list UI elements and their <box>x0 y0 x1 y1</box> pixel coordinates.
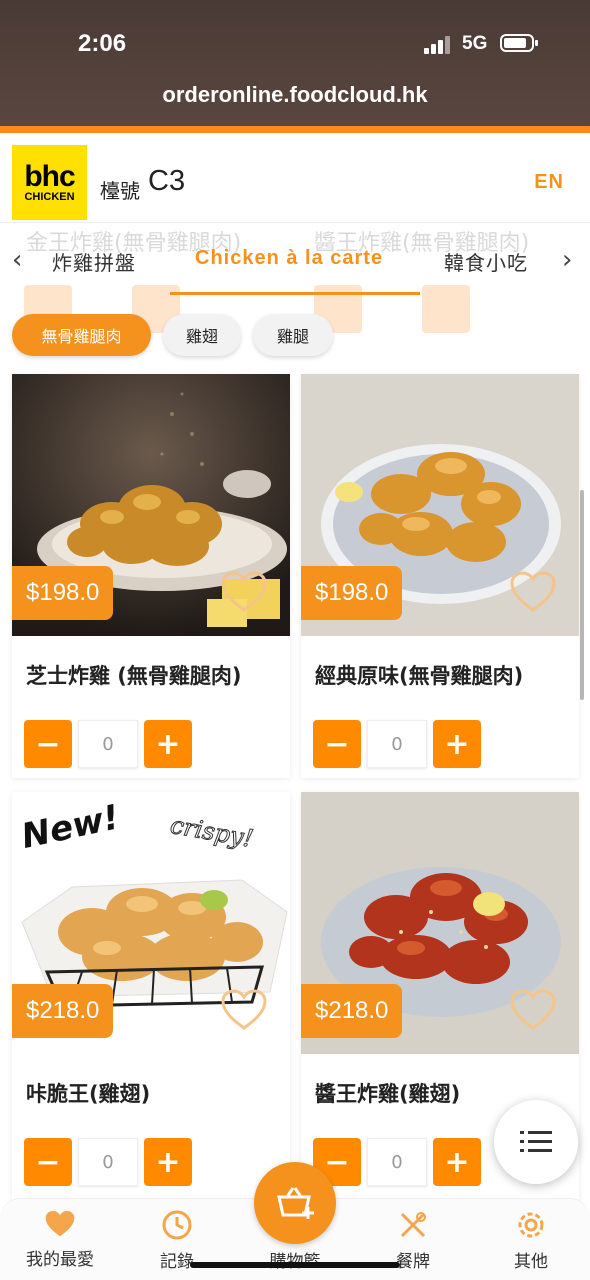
scrollbar[interactable] <box>580 490 584 700</box>
nav-label: 購物籃 <box>250 1247 340 1272</box>
address-bar[interactable]: orderonline.foodcloud.hk <box>0 82 590 108</box>
battery-icon <box>500 34 538 52</box>
increase-button[interactable]: + <box>144 1138 192 1186</box>
nav-label: 餐牌 <box>396 1252 430 1272</box>
progress-line <box>0 126 590 133</box>
chip-drumsticks[interactable]: 雞腿 <box>253 314 333 356</box>
decrease-button[interactable]: − <box>313 720 361 768</box>
home-indicator <box>190 1262 400 1268</box>
nav-label: 記錄 <box>160 1252 194 1272</box>
tab-platter[interactable]: 炸雞拼盤 <box>52 247 136 276</box>
product-name: 經典原味(無骨雞腿肉) <box>315 664 524 688</box>
quantity-value[interactable]: 0 <box>367 1138 427 1186</box>
app-header: bhc CHICKEN 檯號 C3 EN <box>0 133 590 223</box>
quantity-value[interactable]: 0 <box>367 720 427 768</box>
logo-text: bhc <box>24 159 75 193</box>
utensils-icon <box>400 1212 426 1238</box>
price-tag: $218.0 <box>301 984 403 1038</box>
product-name: 芝士炸雞 (無骨雞腿肉) <box>26 664 242 688</box>
decrease-button[interactable]: − <box>24 1138 72 1186</box>
decrease-button[interactable]: − <box>24 720 72 768</box>
quantity-stepper: − 0 + <box>24 1138 192 1186</box>
category-tabs: ‹ 炸雞拼盤 Chicken à la carte 韓食小吃 › <box>0 235 590 295</box>
tab-a-la-carte[interactable]: Chicken à la carte <box>195 247 383 270</box>
favorite-heart-icon[interactable] <box>509 570 557 614</box>
table-number: C3 <box>148 165 186 197</box>
chip-boneless-thigh[interactable]: 無骨雞腿肉 <box>12 314 151 356</box>
increase-button[interactable]: + <box>433 1138 481 1186</box>
cart-button[interactable] <box>254 1162 336 1244</box>
favorite-heart-icon[interactable] <box>220 988 268 1032</box>
product-card[interactable]: New! crispy! $218.0 咔脆王(雞翅) − 0 + <box>12 792 290 1202</box>
quantity-value[interactable]: 0 <box>78 1138 138 1186</box>
gear-icon <box>518 1212 544 1238</box>
list-icon <box>520 1131 552 1152</box>
clock-icon <box>162 1210 192 1240</box>
status-time: 2:06 <box>78 30 127 57</box>
product-name: 咔脆王(雞翅) <box>26 1082 151 1106</box>
chevron-right-icon[interactable]: › <box>562 245 572 275</box>
nav-label: 我的最愛 <box>26 1250 94 1270</box>
increase-button[interactable]: + <box>433 720 481 768</box>
nav-favorites[interactable]: 我的最愛 <box>15 1209 105 1270</box>
price-tag: $198.0 <box>301 566 403 620</box>
tab-korean-snacks[interactable]: 韓食小吃 <box>444 247 528 276</box>
quantity-value[interactable]: 0 <box>78 720 138 768</box>
nav-others[interactable]: 其他 <box>486 1209 576 1272</box>
product-name: 醬王炸雞(雞翅) <box>315 1082 461 1106</box>
chevron-left-icon[interactable]: ‹ <box>12 245 22 275</box>
menu-list-button[interactable] <box>494 1100 578 1184</box>
table-label: 檯號 <box>100 179 140 203</box>
price-tag: $218.0 <box>12 984 114 1038</box>
quantity-stepper: − 0 + <box>313 720 481 768</box>
nav-label: 其他 <box>514 1252 548 1272</box>
price-tag: $198.0 <box>12 566 114 620</box>
favorite-heart-icon[interactable] <box>220 570 268 614</box>
signal-icon <box>424 36 454 54</box>
logo-subtext: CHICKEN <box>24 190 75 203</box>
quantity-stepper: − 0 + <box>24 720 192 768</box>
favorite-heart-icon[interactable] <box>509 988 557 1032</box>
network-label: 5G <box>462 33 488 54</box>
brand-logo[interactable]: bhc CHICKEN <box>12 145 87 220</box>
chip-wings[interactable]: 雞翅 <box>163 314 241 356</box>
quantity-stepper: − 0 + <box>313 1138 481 1186</box>
active-tab-indicator <box>170 292 420 295</box>
product-card[interactable]: $198.0 經典原味(無骨雞腿肉) − 0 + <box>301 374 579 778</box>
product-card[interactable]: $198.0 芝士炸雞 (無骨雞腿肉) − 0 + <box>12 374 290 778</box>
language-toggle[interactable]: EN <box>534 171 564 194</box>
status-bar: 2:06 5G orderonline.foodcloud.hk <box>0 0 590 128</box>
basket-icon <box>277 1187 314 1219</box>
increase-button[interactable]: + <box>144 720 192 768</box>
heart-icon <box>45 1211 75 1237</box>
